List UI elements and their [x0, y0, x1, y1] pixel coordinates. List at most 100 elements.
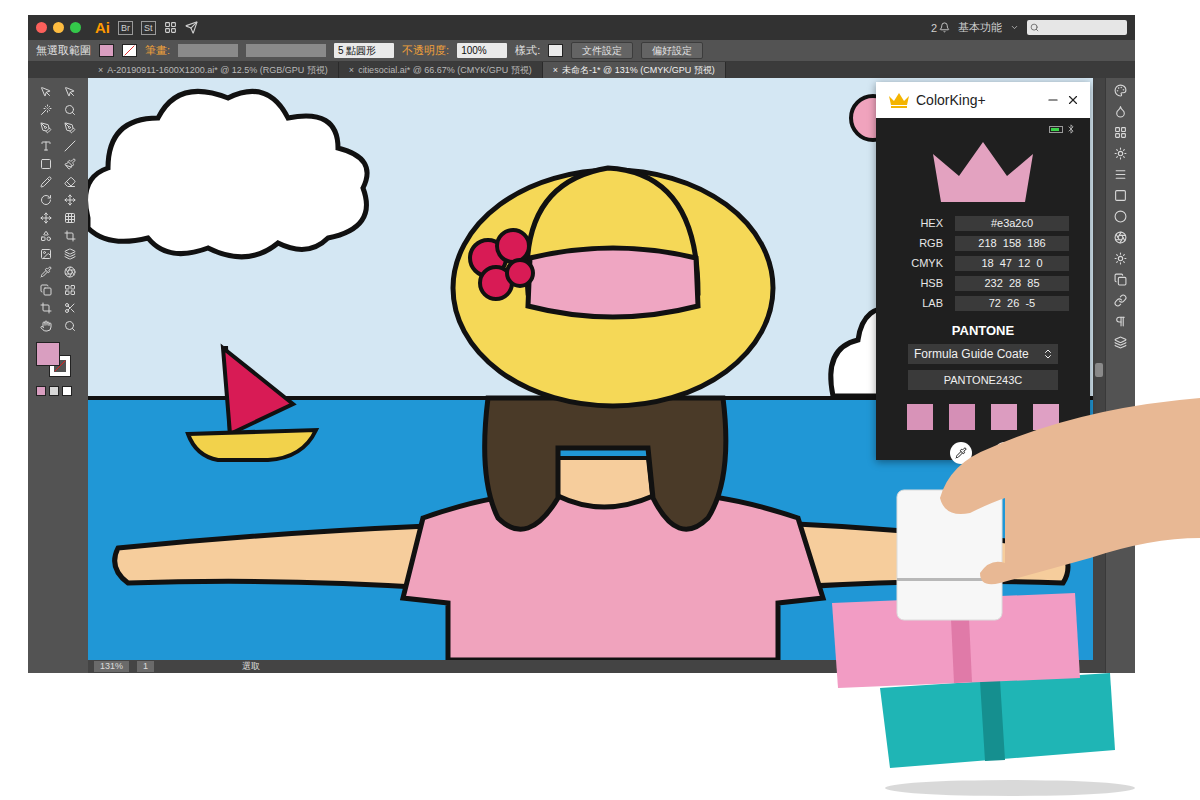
tool-button[interactable]: [60, 318, 80, 334]
tool-button[interactable]: [36, 174, 56, 190]
panel-icon[interactable]: [1114, 105, 1127, 118]
variable-width-field[interactable]: [246, 44, 326, 57]
page-field[interactable]: 1: [137, 661, 154, 672]
page: AiBrSt2基本功能無選取範圍筆畫:5 點圓形不透明度:100%樣式:文件設定…: [0, 0, 1200, 800]
color-swatch[interactable]: [991, 404, 1017, 430]
tool-button[interactable]: [60, 246, 80, 262]
notifications[interactable]: 2: [931, 22, 950, 34]
color-swatch[interactable]: [907, 404, 933, 430]
vertical-scrollbar[interactable]: [1093, 78, 1105, 660]
tool-button[interactable]: [36, 210, 56, 226]
panel-icon[interactable]: [1114, 336, 1127, 349]
scroll-thumb[interactable]: [1095, 363, 1103, 377]
search-field[interactable]: [1027, 20, 1127, 35]
tool-button[interactable]: [36, 228, 56, 244]
tab-close[interactable]: ×: [349, 65, 354, 75]
gradient-mode[interactable]: [49, 386, 59, 396]
colorking-window: ColorKing+HEX#e3a2c0RGB218 158 186CMYK18…: [876, 82, 1090, 460]
control-button[interactable]: 文件設定: [571, 42, 633, 59]
tool-icon: [40, 140, 52, 152]
tool-button[interactable]: [36, 264, 56, 280]
opacity-label: 不透明度:: [402, 43, 449, 58]
tool-button[interactable]: [36, 84, 56, 100]
reading-value[interactable]: 72 26 -5: [955, 296, 1069, 311]
reading-value[interactable]: 232 28 85: [955, 276, 1069, 291]
control-button[interactable]: 偏好設定: [641, 42, 703, 59]
fill-box[interactable]: [36, 342, 60, 366]
app-logo: Ai: [95, 19, 110, 36]
crown-icon: [888, 92, 910, 108]
send-icon[interactable]: [185, 21, 198, 34]
tool-button[interactable]: [60, 120, 80, 136]
document-tab[interactable]: × citiesocial.ai* @ 66.67% (CMYK/GPU 預視): [339, 62, 543, 78]
tab-close[interactable]: ×: [98, 65, 103, 75]
panel-icon[interactable]: [1114, 273, 1127, 286]
tool-icon: [64, 302, 76, 314]
tool-panel: [28, 78, 88, 673]
tool-button[interactable]: [60, 102, 80, 118]
panel-icon[interactable]: [1114, 231, 1127, 244]
tool-button[interactable]: [60, 192, 80, 208]
brush-field[interactable]: 5 點圓形: [334, 43, 394, 58]
stroke-swatch[interactable]: [122, 44, 137, 57]
tool-button[interactable]: [60, 264, 80, 280]
tool-button[interactable]: [36, 156, 56, 172]
panel-icon[interactable]: [1114, 147, 1127, 160]
reading-value[interactable]: #e3a2c0: [955, 216, 1069, 231]
panel-icon[interactable]: [1114, 315, 1127, 328]
tool-button[interactable]: [36, 318, 56, 334]
panel-icon[interactable]: [1114, 210, 1127, 223]
tool-button[interactable]: [36, 192, 56, 208]
current-tool: 選取: [242, 660, 260, 673]
tool-button[interactable]: [36, 120, 56, 136]
reading-label: RGB: [897, 236, 943, 251]
tool-button[interactable]: [36, 282, 56, 298]
minimize-dot[interactable]: [53, 22, 64, 33]
bridge-button[interactable]: Br: [118, 21, 133, 35]
arrange-icon[interactable]: [164, 21, 177, 34]
tab-label: citiesocial.ai* @ 66.67% (CMYK/GPU 預視): [358, 64, 532, 77]
workspace-menu[interactable]: 基本功能: [958, 20, 1002, 35]
reading-value[interactable]: 218 158 186: [955, 236, 1069, 251]
document-tab[interactable]: ×未命名-1* @ 131% (CMYK/GPU 預視): [543, 62, 726, 78]
close-icon[interactable]: [1066, 93, 1080, 107]
document-tab[interactable]: ×A-20190911-1600X1200.ai* @ 12.5% (RGB/G…: [88, 62, 339, 78]
pantone-guide-select[interactable]: Formula Guide Coate: [908, 344, 1058, 364]
close-dot[interactable]: [36, 22, 47, 33]
tool-button[interactable]: [36, 102, 56, 118]
control-bar: 無選取範圍筆畫:5 點圓形不透明度:100%樣式:文件設定偏好設定: [28, 40, 1135, 62]
tool-button[interactable]: [60, 174, 80, 190]
tool-button[interactable]: [36, 138, 56, 154]
panel-icon[interactable]: [1114, 168, 1127, 181]
panel-icon[interactable]: [1114, 84, 1127, 97]
panel-icon[interactable]: [1114, 189, 1127, 202]
style-swatch[interactable]: [548, 44, 563, 57]
panel-icon[interactable]: [1114, 294, 1127, 307]
reading-value[interactable]: 18 47 12 0: [955, 256, 1069, 271]
tab-close[interactable]: ×: [553, 65, 558, 75]
stroke-weight-field[interactable]: [178, 44, 238, 57]
color-mode[interactable]: [36, 386, 46, 396]
opacity-field[interactable]: 100%: [457, 43, 507, 58]
tool-button[interactable]: [60, 210, 80, 226]
tool-button[interactable]: [60, 228, 80, 244]
tool-button[interactable]: [60, 282, 80, 298]
zoom-dot[interactable]: [70, 22, 81, 33]
tool-button[interactable]: [60, 84, 80, 100]
stock-button[interactable]: St: [141, 21, 156, 35]
tool-button[interactable]: [60, 156, 80, 172]
none-mode[interactable]: [62, 386, 72, 396]
color-swatch[interactable]: [949, 404, 975, 430]
tool-button[interactable]: [36, 300, 56, 316]
fill-swatch[interactable]: [99, 44, 114, 57]
panel-icon[interactable]: [1114, 126, 1127, 139]
tool-button[interactable]: [36, 246, 56, 262]
panel-icon[interactable]: [1114, 252, 1127, 265]
tool-button[interactable]: [60, 300, 80, 316]
zoom-field[interactable]: 131%: [94, 661, 129, 672]
minimize-icon[interactable]: [1046, 93, 1060, 107]
color-readings: HEX#e3a2c0RGB218 158 186CMYK18 47 12 0HS…: [897, 216, 1069, 311]
reading-label: HEX: [897, 216, 943, 231]
tool-icon: [64, 122, 76, 134]
tool-button[interactable]: [60, 138, 80, 154]
